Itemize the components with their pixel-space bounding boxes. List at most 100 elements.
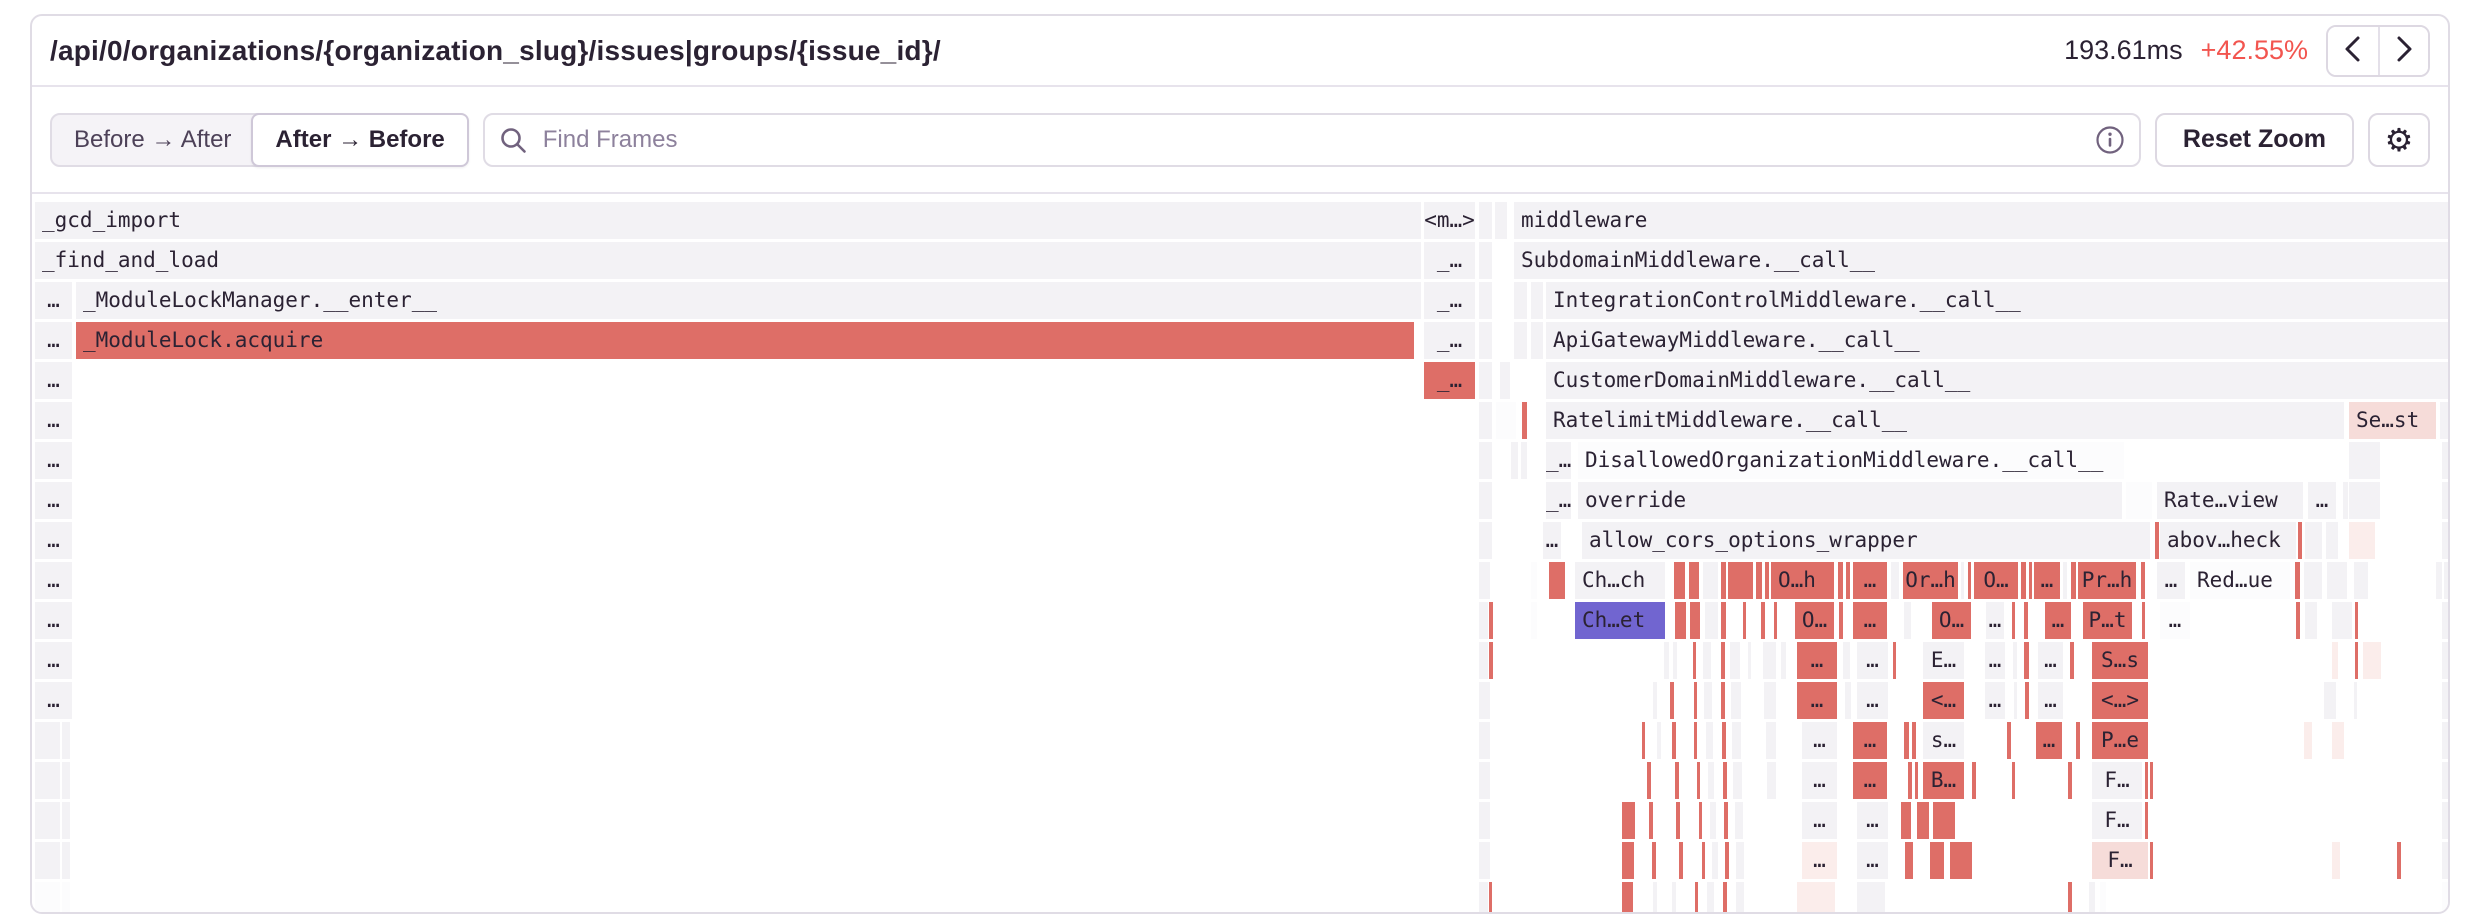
flame-frame[interactable]: … (1853, 762, 1887, 799)
flame-frame[interactable] (1735, 802, 1743, 839)
flame-frame[interactable] (2298, 522, 2302, 559)
flame-frame[interactable] (2442, 642, 2448, 679)
flame-frame[interactable] (2326, 522, 2338, 559)
flame-frame[interactable] (2436, 562, 2442, 599)
flame-frame[interactable]: RatelimitMiddleware.__call__ (1546, 402, 2344, 439)
flame-frame[interactable]: Ch…et (1575, 602, 1665, 639)
flame-frame[interactable]: IntegrationControlMiddleware.__call__ (1546, 282, 2448, 319)
flame-frame[interactable] (2442, 722, 2448, 759)
flame-frame[interactable] (1917, 802, 1929, 839)
flame-frame[interactable]: … (1853, 562, 1887, 599)
flame-frame[interactable] (1703, 562, 1718, 599)
flame-frame[interactable]: … (35, 282, 72, 319)
flame-frame[interactable] (1479, 722, 1490, 759)
flame-frame[interactable] (1479, 402, 1492, 439)
flame-frame[interactable] (2304, 722, 2312, 759)
flame-frame[interactable]: Rate…view (2157, 482, 2303, 519)
flame-frame[interactable]: S…s (2092, 642, 2148, 679)
flame-frame[interactable]: _… (1424, 322, 1475, 359)
flame-frame[interactable] (1479, 362, 1492, 399)
flame-frame[interactable]: DisallowedOrganizationMiddleware.__call_… (1578, 442, 2124, 479)
flame-frame[interactable] (2068, 762, 2072, 799)
flame-frame[interactable] (1675, 602, 1686, 639)
flame-frame[interactable] (1699, 802, 1702, 839)
flame-frame[interactable]: allow_cors_options_wrapper (1582, 522, 2150, 559)
flame-frame[interactable] (1690, 602, 1700, 639)
flame-frame[interactable] (1972, 762, 1976, 799)
flame-frame[interactable] (2363, 642, 2381, 679)
flame-frame[interactable] (2397, 842, 2401, 879)
flame-frame[interactable] (1756, 562, 1762, 599)
flame-frame[interactable] (2324, 682, 2336, 719)
flame-frame[interactable]: … (35, 322, 72, 359)
flame-frame[interactable] (1511, 442, 1518, 479)
flame-frame[interactable]: O… (1932, 602, 1971, 639)
flame-frame[interactable] (1479, 282, 1492, 319)
flame-frame[interactable] (1479, 442, 1492, 479)
flame-frame[interactable]: … (1853, 722, 1887, 759)
flame-frame[interactable] (2150, 842, 2153, 879)
flame-frame[interactable]: … (35, 402, 72, 439)
flame-frame[interactable]: SubdomainMiddleware.__call__ (1514, 242, 2448, 279)
flame-frame[interactable] (1905, 842, 1913, 879)
flame-frame[interactable]: _… (1546, 482, 1571, 519)
flame-frame[interactable]: O… (1974, 562, 2018, 599)
flame-frame[interactable]: middleware (1514, 202, 2448, 239)
flame-frame[interactable] (62, 802, 70, 839)
flame-frame[interactable] (2007, 722, 2011, 759)
flame-frame[interactable] (2089, 882, 2095, 914)
flame-frame[interactable]: O…h (1771, 562, 1834, 599)
flame-frame[interactable]: … (35, 522, 72, 559)
flame-frame[interactable] (35, 722, 60, 759)
flame-frame[interactable]: … (2036, 722, 2062, 759)
flame-frame[interactable]: _… (1424, 242, 1475, 279)
flame-frame[interactable] (2013, 642, 2017, 679)
flame-frame[interactable] (2024, 642, 2029, 679)
flame-frame[interactable] (1479, 482, 1492, 519)
flame-frame[interactable] (1653, 882, 1657, 914)
flame-frame[interactable]: … (1543, 522, 1561, 559)
flame-frame[interactable]: … (1985, 642, 2005, 679)
flame-frame[interactable] (1908, 762, 1912, 799)
flame-frame[interactable] (1647, 762, 1651, 799)
flame-frame[interactable] (1514, 282, 1527, 319)
flame-frame[interactable]: P…t (2083, 602, 2132, 639)
flame-frame[interactable]: Red…ue (2190, 562, 2290, 599)
flame-frame[interactable]: … (1802, 762, 1837, 799)
flame-frame[interactable] (1653, 682, 1657, 719)
flame-frame[interactable] (1743, 602, 1746, 639)
flame-frame[interactable]: … (1802, 842, 1837, 879)
flame-frame[interactable]: … (2034, 562, 2060, 599)
flame-frame[interactable] (1702, 842, 1705, 879)
flame-frame[interactable] (1736, 842, 1744, 879)
flame-frame[interactable] (1748, 642, 1751, 679)
flame-frame[interactable] (2440, 402, 2449, 439)
flame-frame[interactable] (1479, 242, 1492, 279)
flame-frame[interactable] (1721, 602, 1726, 639)
flame-frame[interactable]: Ch…ch (1575, 562, 1665, 599)
flame-frame[interactable] (1675, 762, 1679, 799)
flame-frame[interactable] (1479, 762, 1490, 799)
flame-frame[interactable] (1496, 402, 1516, 439)
flame-frame[interactable] (1495, 202, 1507, 239)
flame-frame[interactable] (2327, 562, 2347, 599)
flame-frame[interactable]: O… (1795, 602, 1834, 639)
flame-frame[interactable] (1479, 842, 1490, 879)
flame-frame[interactable] (1723, 882, 1727, 914)
flame-frame[interactable] (2332, 722, 2344, 759)
flame-frame[interactable] (2442, 762, 2448, 799)
flame-frame[interactable] (1730, 642, 1740, 679)
flame-frame[interactable] (1915, 762, 1918, 799)
flame-frame[interactable]: CustomerDomainMiddleware.__call__ (1546, 362, 2448, 399)
flame-frame[interactable]: F… (2092, 842, 2148, 879)
flame-frame[interactable] (2012, 602, 2015, 639)
flame-frame[interactable] (1731, 682, 1741, 719)
flame-frame[interactable]: … (2045, 602, 2071, 639)
flame-frame[interactable] (1652, 842, 1656, 879)
flame-frame[interactable]: … (1802, 722, 1837, 759)
flame-frame[interactable] (1697, 762, 1700, 799)
flame-frame[interactable]: … (1797, 642, 1837, 679)
flame-frame[interactable] (1901, 802, 1911, 839)
flame-frame[interactable]: … (1985, 682, 2005, 719)
flame-frame[interactable] (1961, 562, 1964, 599)
